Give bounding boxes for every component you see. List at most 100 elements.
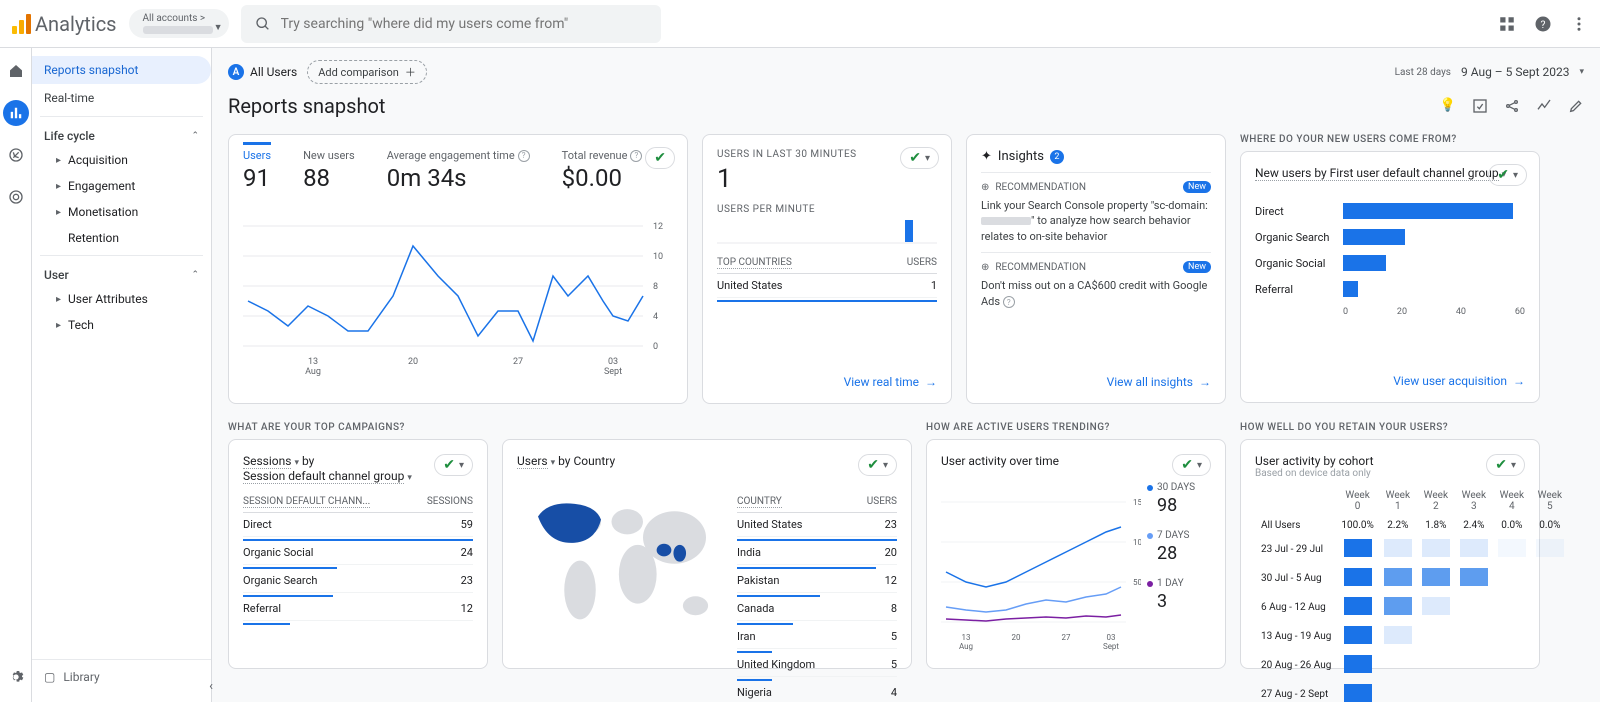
filter-bar: A All Users Add comparison ＋ Last 28 day… (228, 60, 1584, 84)
geo-metric-picker[interactable]: Users (517, 454, 548, 469)
svg-text:?: ? (1541, 17, 1546, 30)
table-row[interactable]: Direct59 (243, 513, 473, 537)
home-icon[interactable] (3, 58, 29, 84)
card-quality-check[interactable]: ✔▾ (1172, 454, 1211, 476)
advertising-icon[interactable] (3, 184, 29, 210)
table-row[interactable]: United Kingdom5 (737, 653, 897, 677)
table-row[interactable]: Canada8 (737, 597, 897, 621)
account-picker[interactable]: All accounts > ▼ (129, 9, 229, 38)
acquisition-section: WHERE DO YOUR NEW USERS COME FROM? ✔▾ Ne… (1240, 134, 1540, 404)
campaigns-section: WHAT ARE YOUR TOP CAMPAIGNS? Sessions ▾ … (228, 422, 488, 669)
acquisition-bar-row[interactable]: Referral (1255, 281, 1525, 297)
svg-text:50: 50 (1133, 578, 1141, 587)
chevron-up-icon: ⌃ (191, 270, 199, 280)
info-icon[interactable]: ? (630, 150, 642, 162)
arrow-right-icon: → (925, 375, 937, 389)
sidebar-item-realtime[interactable]: Real-time (32, 84, 211, 112)
explore-icon[interactable] (3, 142, 29, 168)
insights-card: ✦ Insights 2 ⊕RECOMMENDATIONNew Link you… (966, 134, 1226, 404)
date-range-picker[interactable]: Last 28 days 9 Aug – 5 Sept 2023 ▾ (1395, 65, 1584, 79)
product-name: Analytics (35, 12, 117, 36)
customize-icon[interactable] (1472, 98, 1488, 114)
edit-icon[interactable] (1568, 98, 1584, 114)
svg-text:100: 100 (1133, 538, 1141, 547)
search-input[interactable] (281, 16, 647, 32)
reports-icon[interactable] (3, 100, 29, 126)
check-circle-icon: ✔ (909, 150, 921, 166)
info-icon[interactable]: ? (1003, 296, 1015, 308)
sidebar-item-retention[interactable]: Retention (32, 225, 211, 251)
apps-icon[interactable] (1498, 15, 1516, 33)
sidebar-group-user[interactable]: User ⌃ (32, 260, 211, 286)
table-row[interactable]: Organic Search23 (243, 569, 473, 593)
arrow-right-icon: → (1199, 375, 1211, 389)
card-quality-check[interactable]: ✔▾ (858, 454, 897, 476)
metric-new-users[interactable]: New users 88 (303, 149, 355, 192)
help-icon[interactable]: ? (1534, 15, 1552, 33)
svg-text:Aug: Aug (959, 642, 973, 651)
svg-text:03: 03 (608, 357, 618, 367)
nav-rail (0, 48, 32, 702)
sessions-dimension-picker[interactable]: Session default channel group (243, 469, 404, 484)
table-row[interactable]: Iran5 (737, 625, 897, 649)
acquisition-bar-row[interactable]: Organic Social (1255, 255, 1525, 271)
add-comparison-button[interactable]: Add comparison ＋ (307, 60, 427, 84)
admin-settings-icon[interactable] (3, 664, 29, 690)
sidebar-item-acquisition[interactable]: ▸Acquisition (32, 147, 211, 173)
view-realtime-link[interactable]: View real time→ (717, 365, 937, 389)
acquisition-bar-row[interactable]: Organic Search (1255, 229, 1525, 245)
svg-text:12: 12 (653, 222, 663, 232)
search-icon (255, 16, 271, 32)
sessions-metric-picker[interactable]: Sessions (243, 454, 291, 469)
compare-icon[interactable] (1536, 98, 1552, 114)
reports-sidebar: Reports snapshot Real-time Life cycle ⌃ … (32, 48, 212, 702)
card-quality-check[interactable]: ✔ (645, 147, 675, 169)
redacted-property (143, 26, 213, 34)
share-icon[interactable] (1504, 98, 1520, 114)
segment-all-users[interactable]: A All Users (228, 64, 297, 80)
view-all-insights-link[interactable]: View all insights→ (981, 365, 1211, 389)
top-countries-table: TOP COUNTRIESUSERS United States1 (717, 253, 937, 302)
recommendation-item[interactable]: ⊕RECOMMENDATIONNew Link your Search Cons… (981, 172, 1211, 252)
table-row[interactable]: United States23 (737, 513, 897, 537)
metric-avg-engagement[interactable]: Average engagement time ? 0m 34s (387, 149, 530, 192)
view-acquisition-link[interactable]: View user acquisition→ (1255, 364, 1525, 388)
sidebar-group-lifecycle[interactable]: Life cycle ⌃ (32, 121, 211, 147)
svg-text:10: 10 (653, 252, 663, 262)
library-link[interactable]: ▢ Library (32, 659, 211, 694)
table-row[interactable]: Nigeria4 (737, 681, 897, 702)
top-bar-actions: ? (1498, 15, 1588, 33)
plus-icon: ＋ (405, 64, 416, 80)
table-row[interactable]: Referral12 (243, 597, 473, 621)
metric-users[interactable]: Users 91 (243, 149, 271, 192)
info-icon[interactable]: ? (518, 150, 530, 162)
search-bar[interactable] (241, 5, 661, 43)
check-circle-icon: ✔ (1497, 167, 1509, 183)
table-row[interactable]: United States1 (717, 274, 937, 298)
insights-bulb-icon[interactable]: 💡 (1440, 98, 1456, 114)
sidebar-item-user-attributes[interactable]: ▸User Attributes (32, 286, 211, 312)
sidebar-item-tech[interactable]: ▸Tech (32, 312, 211, 338)
sidebar-item-engagement[interactable]: ▸Engagement (32, 173, 211, 199)
card-quality-check[interactable]: ✔▾ (1486, 454, 1525, 476)
sidebar-item-monetisation[interactable]: ▸Monetisation (32, 199, 211, 225)
metric-total-revenue[interactable]: Total revenue ? $0.00 (562, 149, 643, 192)
card-quality-check[interactable]: ✔▾ (900, 147, 939, 169)
more-icon[interactable] (1570, 15, 1588, 33)
sidebar-item-reports-snapshot[interactable]: Reports snapshot (32, 56, 211, 84)
acquisition-dimension-picker[interactable]: New users by First user default channel … (1255, 166, 1525, 181)
table-row[interactable]: Pakistan12 (737, 569, 897, 593)
recommendation-item[interactable]: ⊕RECOMMENDATIONNew Don't miss out on a C… (981, 252, 1211, 317)
card-quality-check[interactable]: ✔▾ (434, 454, 473, 476)
card-quality-check[interactable]: ✔▾ (1488, 164, 1527, 186)
segment-badge: A (228, 64, 244, 80)
world-map (517, 484, 727, 654)
collapse-sidebar-icon[interactable]: ‹ (209, 679, 213, 694)
logo: Analytics (12, 12, 117, 36)
svg-text:150: 150 (1133, 498, 1141, 507)
table-row[interactable]: Organic Social24 (243, 541, 473, 565)
acquisition-bar-row[interactable]: Direct (1255, 203, 1525, 219)
table-row[interactable]: India20 (737, 541, 897, 565)
geo-section: Users ▾ by Country ✔▾ (502, 422, 912, 669)
svg-text:27: 27 (513, 357, 523, 367)
